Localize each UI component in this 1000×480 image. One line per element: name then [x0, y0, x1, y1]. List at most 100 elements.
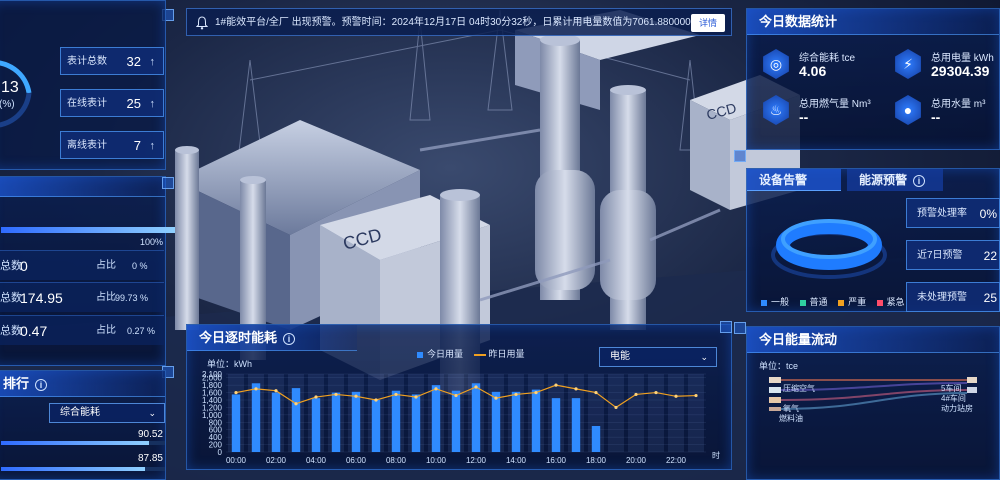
line-point — [334, 392, 338, 397]
kpi-water-label: 总用水量 m³ — [931, 99, 986, 110]
ratio-row-value: 174.95 — [20, 290, 63, 306]
kpi-gas-label: 总用燃气量 Nm³ — [799, 99, 871, 110]
expand-toggle-chart[interactable] — [720, 321, 732, 333]
ratio-row: 总数 0 占比 0 % — [0, 250, 164, 280]
energy-flow-panel: 今日能量流动 单位：tce 压缩空气 氧气 燃料油 5车间 4#车间 动力站房 — [746, 326, 1000, 480]
ratio-row-pct: 0 % — [132, 261, 148, 271]
meter-total-label: 表计总数 — [67, 56, 107, 67]
gauge-unit: (%) — [0, 99, 15, 110]
kpi-gas-value: -- — [799, 109, 809, 125]
warning-unhandled[interactable]: 未处理预警 25 — [906, 282, 1000, 312]
ratio-row-pct-label: 占比 — [96, 292, 116, 303]
line-point — [414, 395, 418, 399]
expand-toggle-right-bottom[interactable] — [734, 322, 746, 334]
line-point — [254, 387, 258, 391]
x-tick-label: 06:00 — [346, 456, 367, 465]
x-tick-label: 14:00 — [506, 456, 527, 465]
ratio-row-value: 0 — [20, 258, 28, 274]
legend-swatch — [838, 299, 845, 306]
line-point — [534, 390, 538, 395]
column-band — [628, 374, 644, 452]
alert-banner: 1#能效平台/全厂 出现预警。预警时间：2024年12月17日 04时30分32… — [186, 8, 732, 36]
tab-energy-warning[interactable]: 能源预警 i — [847, 169, 943, 191]
ratio-row-pct-label: 占比 — [96, 325, 116, 336]
x-tick-label: 18:00 — [586, 456, 607, 465]
kpi-electricity[interactable]: ⚡ 总用电量 kWh 29304.39 — [893, 43, 1000, 87]
line-point — [434, 387, 438, 391]
legend-swatch — [799, 299, 806, 306]
line-point — [514, 392, 518, 397]
expand-toggle-right[interactable] — [734, 150, 746, 162]
x-tick-label: 22:00 — [666, 456, 687, 465]
meter-online-value: 25 — [126, 96, 141, 111]
line-point — [314, 395, 318, 399]
line-point — [354, 394, 358, 398]
warning-rate-label: 预警处理率 — [917, 208, 967, 219]
warning-7day[interactable]: 近7日预警 22 — [906, 240, 1000, 270]
bar — [391, 390, 401, 452]
hourly-energy-chart: 02004006008001,0001,2001,4001,6001,8002,… — [202, 370, 720, 465]
water-drop-icon: ● — [895, 95, 921, 125]
kpi-water[interactable]: ● 总用水量 m³ -- — [893, 89, 1000, 133]
today-stats-panel: 今日数据统计 ◎ 综合能耗 tce 4.06 ⚡ 总用电量 kWh 29304.… — [746, 8, 1000, 150]
gauge-value: 13 — [1, 79, 19, 96]
ratio-panel-header — [0, 177, 165, 197]
expand-toggle-left[interactable] — [162, 177, 174, 189]
meter-offline-label: 离线表计 — [67, 140, 107, 151]
info-icon[interactable]: i — [913, 174, 926, 187]
line-point — [394, 392, 398, 397]
meter-offline[interactable]: 离线表计 7 ↑ — [60, 131, 164, 159]
ratio-row-label: 总数 — [0, 325, 22, 337]
bar — [431, 385, 441, 452]
bar — [371, 400, 381, 452]
info-icon[interactable]: i — [35, 378, 48, 391]
kpi-energy-label: 综合能耗 tce — [799, 53, 856, 64]
ratio-row-pct: 99.73 % — [115, 293, 149, 303]
x-tick-label: 12:00 — [466, 456, 487, 465]
line-point — [374, 398, 378, 402]
column-band — [608, 374, 624, 452]
ranking-title: 排行 i — [0, 371, 165, 397]
bar — [511, 391, 521, 452]
bar — [551, 398, 561, 452]
flow-source-label: 燃料油 — [779, 414, 803, 423]
warning-7day-label: 近7日预警 — [917, 250, 963, 261]
flow-source-label: 压缩空气 — [783, 384, 815, 393]
bar — [271, 392, 281, 452]
energy-flow-title: 今日能量流动 — [747, 327, 999, 353]
legend-swatch — [876, 299, 883, 306]
bar — [531, 389, 541, 452]
kpi-energy[interactable]: ◎ 综合能耗 tce 4.06 — [761, 43, 881, 87]
legend-general: 一般 — [771, 297, 790, 307]
x-tick-label: 10:00 — [426, 456, 447, 465]
tab-device-alarm[interactable]: 设备告警 — [747, 169, 841, 191]
ranking-select[interactable]: 综合能耗 ⌄ — [49, 403, 165, 423]
warning-rate[interactable]: 预警处理率 0% — [906, 198, 1000, 228]
arrow-up-icon: ↑ — [149, 56, 156, 68]
progress-track — [1, 227, 175, 233]
meter-total[interactable]: 表计总数 32 ↑ — [60, 47, 164, 75]
ranking-bar-track — [1, 467, 165, 471]
kpi-electricity-value: 29304.39 — [931, 63, 990, 79]
ranking-select-value: 综合能耗 — [60, 407, 100, 418]
x-tick-label: 08:00 — [386, 456, 407, 465]
kpi-water-value: -- — [931, 109, 941, 125]
alert-detail-button[interactable]: 详情 — [691, 14, 725, 32]
meter-offline-value: 7 — [133, 138, 141, 153]
progress-label: 100% — [139, 237, 163, 247]
legend-normal: 普通 — [809, 297, 828, 307]
meter-total-value: 32 — [126, 54, 141, 69]
kpi-gas[interactable]: ♨ 总用燃气量 Nm³ -- — [761, 89, 881, 133]
y-tick-label: 2,100 — [202, 370, 223, 379]
line-point — [694, 393, 698, 398]
line-point — [294, 402, 298, 406]
chevron-down-icon: ⌄ — [148, 408, 156, 418]
line-point — [674, 394, 678, 398]
bar — [491, 391, 501, 452]
meter-online[interactable]: 在线表计 25 ↑ — [60, 89, 164, 117]
bar — [451, 390, 461, 452]
flow-target-label: 动力站房 — [941, 404, 973, 413]
x-tick-label: 00:00 — [226, 456, 247, 465]
warning-unhandled-value: 25 — [983, 291, 997, 305]
ranking-bar-fill — [1, 441, 150, 445]
